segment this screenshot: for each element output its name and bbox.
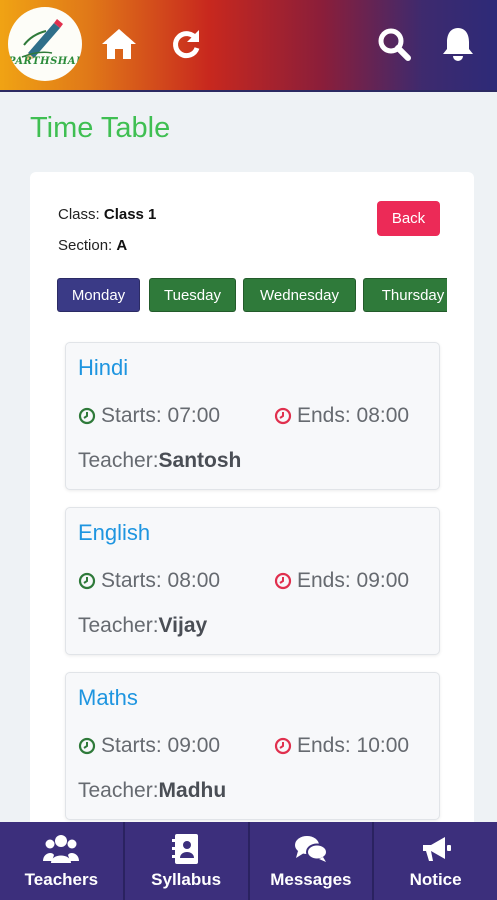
users-icon [42,832,80,866]
nav-label: Notice [409,870,462,889]
pencil-logo-icon [21,19,63,61]
top-app-bar: PARTHSHALA [0,0,497,92]
class-label: Class: [58,206,100,223]
search-icon[interactable] [374,24,414,64]
nav-teachers[interactable]: Teachers [0,822,125,900]
page-title: Time Table [30,112,171,144]
logo-text: PARTHSHALA [8,56,82,67]
end-time: Ends: 10:00 [274,734,409,758]
clock-end-icon [274,407,292,425]
start-time: Starts: 08:00 [78,569,220,593]
period-card: Maths Starts: 09:00 Ends: 10:00 Teacher:… [65,672,440,820]
tab-monday[interactable]: Monday [57,278,140,312]
home-icon[interactable] [99,24,139,64]
clock-end-icon [274,737,292,755]
megaphone-icon [419,832,453,866]
back-button[interactable]: Back [377,201,440,236]
clock-start-icon [78,737,96,755]
section-value: A [116,237,128,254]
class-info: Class: Class 1 [58,206,156,223]
chat-icon [293,832,329,866]
subject-name: Maths [78,685,138,710]
refresh-icon[interactable] [166,24,206,64]
subject-name: English [78,520,151,545]
class-value: Class 1 [103,206,157,223]
section-label: Section: [58,237,113,254]
start-time: Starts: 07:00 [78,404,220,428]
teacher-name: Vijay [158,614,208,637]
nav-notice[interactable]: Notice [374,822,497,900]
teacher-name: Madhu [158,779,227,802]
contact-book-icon [172,832,200,866]
end-time: Ends: 08:00 [274,404,409,428]
bottom-nav: Teachers Syllabus Messages Notice [0,822,497,900]
section-info: Section: A [58,237,127,254]
tab-tuesday[interactable]: Tuesday [149,278,236,312]
start-time: Starts: 09:00 [78,734,220,758]
teacher-name: Santosh [158,449,242,472]
teacher-info: Teacher:Santosh [78,449,242,472]
teacher-info: Teacher:Vijay [78,614,208,637]
clock-start-icon [78,407,96,425]
timetable-card: Class: Class 1 Section: A Back Monday Tu… [30,172,474,872]
subject-name: Hindi [78,355,129,380]
period-card: English Starts: 08:00 Ends: 09:00 Teache… [65,507,440,655]
nav-label: Syllabus [151,870,222,889]
app-logo[interactable]: PARTHSHALA [8,7,82,81]
nav-label: Teachers [24,870,99,889]
period-card: Hindi Starts: 07:00 Ends: 08:00 Teacher:… [65,342,440,490]
nav-syllabus[interactable]: Syllabus [125,822,250,900]
day-tabs: Monday Tuesday Wednesday Thursday [57,278,447,314]
tab-wednesday[interactable]: Wednesday [243,278,356,312]
end-time: Ends: 09:00 [274,569,409,593]
clock-start-icon [78,572,96,590]
nav-label: Messages [270,870,352,889]
clock-end-icon [274,572,292,590]
teacher-info: Teacher:Madhu [78,779,227,802]
nav-messages[interactable]: Messages [250,822,375,900]
tab-thursday[interactable]: Thursday [363,278,447,312]
bell-icon[interactable] [438,24,478,64]
